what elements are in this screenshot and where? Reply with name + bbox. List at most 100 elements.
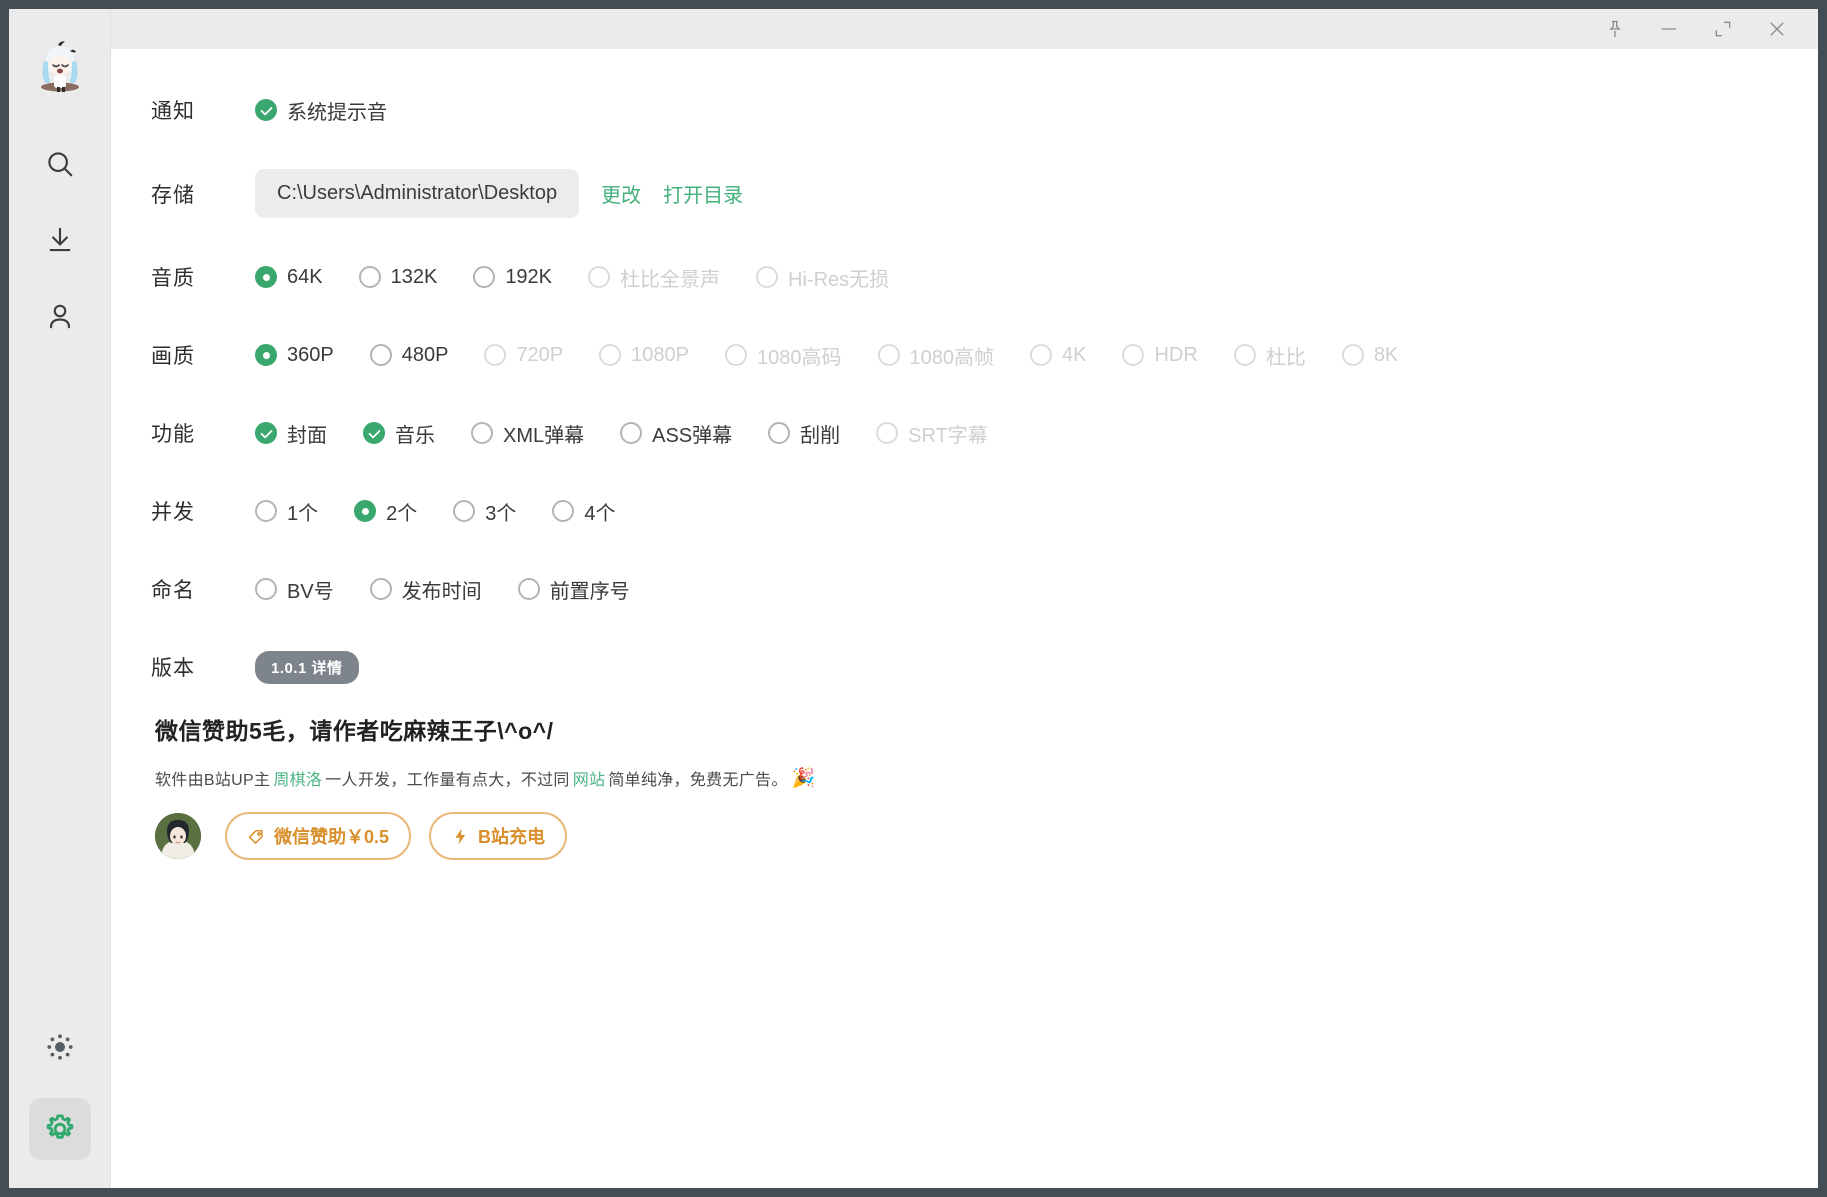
option-label: 720P bbox=[516, 343, 564, 366]
option-feature-4[interactable]: 刮削 bbox=[768, 419, 840, 448]
check-icon bbox=[255, 99, 277, 121]
option-video-0[interactable]: 360P bbox=[255, 344, 334, 367]
radio-icon bbox=[484, 344, 507, 366]
pin-button[interactable] bbox=[1588, 9, 1642, 49]
wechat-sponsor-button[interactable]: 微信赞助￥0.5 bbox=[225, 812, 412, 860]
option-label: 3个 bbox=[485, 502, 517, 525]
titlebar bbox=[111, 9, 1818, 49]
option-system-sound[interactable]: 系统提示音 bbox=[255, 96, 387, 125]
concurrency-options: 1个 2个 3个 4个 bbox=[255, 497, 652, 526]
close-icon bbox=[1767, 19, 1787, 39]
sidebar-item-user[interactable] bbox=[29, 285, 91, 347]
sponsor-section: 微信赞助5毛，请作者吃麻辣王子\^o^/ 软件由B站UP主 周棋洛 一人开发，工… bbox=[151, 712, 1818, 860]
option-concurrency-3[interactable]: 4个 bbox=[552, 497, 616, 526]
sidebar-item-search[interactable] bbox=[29, 133, 91, 195]
option-video-4: 1080高码 bbox=[725, 341, 842, 370]
author-link[interactable]: 周棋洛 bbox=[273, 766, 322, 790]
row-label-concurrency: 并发 bbox=[151, 501, 195, 524]
radio-icon bbox=[552, 500, 575, 522]
storage-controls: C:\Users\Administrator\Desktop 更改 打开目录 bbox=[255, 169, 743, 218]
option-label: 前置序号 bbox=[549, 580, 630, 603]
brightness-icon bbox=[45, 1032, 75, 1062]
sponsor-title: 微信赞助5毛，请作者吃麻辣王子\^o^/ bbox=[155, 718, 554, 744]
option-audio-2[interactable]: 192K bbox=[473, 266, 552, 289]
row-naming: 命名 BV号 发布时间 前置序号 bbox=[151, 570, 1818, 608]
option-feature-2[interactable]: XML弹幕 bbox=[471, 419, 584, 448]
radio-icon bbox=[1233, 344, 1256, 366]
radio-icon bbox=[453, 500, 476, 522]
option-label: 发布时间 bbox=[401, 580, 482, 603]
option-label: 杜比 bbox=[1265, 346, 1306, 369]
sidebar-item-settings[interactable] bbox=[28, 1098, 91, 1160]
radio-icon bbox=[255, 578, 277, 600]
video-quality-options: 360P 480P 720P 1080P 1080高码 1080高帧 4K HDR 杜比 8K bbox=[255, 341, 1434, 370]
option-feature-5: SRT字幕 bbox=[876, 419, 988, 448]
option-label: 480P bbox=[401, 343, 449, 366]
option-label: 系统提示音 bbox=[287, 101, 387, 124]
desc-text-2: 一人开发，工作量有点大，不过同 bbox=[325, 772, 570, 789]
option-naming-0[interactable]: BV号 bbox=[255, 575, 334, 604]
minimize-button[interactable] bbox=[1642, 9, 1696, 49]
option-label: 132K bbox=[390, 265, 438, 288]
author-avatar[interactable] bbox=[155, 813, 201, 859]
option-label: 64K bbox=[287, 265, 323, 288]
lightning-icon bbox=[451, 827, 470, 846]
audio-quality-options: 64K 132K 192K 杜比全景声 Hi-Res无损 bbox=[255, 263, 925, 292]
change-path-link[interactable]: 更改 bbox=[601, 179, 641, 208]
option-audio-1[interactable]: 132K bbox=[358, 265, 438, 289]
radio-icon bbox=[255, 500, 277, 522]
row-audio-quality: 音质 64K 132K 192K 杜比全景声 Hi-Res无损 bbox=[151, 258, 1818, 296]
radio-icon bbox=[1030, 344, 1052, 366]
option-label: HDR bbox=[1154, 343, 1198, 366]
option-video-5: 1080高帧 bbox=[877, 341, 995, 370]
option-feature-3[interactable]: ASS弹幕 bbox=[620, 419, 732, 448]
gear-icon bbox=[43, 1112, 77, 1146]
option-video-1[interactable]: 480P bbox=[369, 343, 449, 367]
option-naming-2[interactable]: 前置序号 bbox=[517, 575, 630, 604]
option-naming-1[interactable]: 发布时间 bbox=[369, 575, 482, 604]
tag-icon bbox=[247, 827, 266, 846]
sidebar-item-theme[interactable] bbox=[29, 1016, 91, 1078]
option-feature-1[interactable]: 音乐 bbox=[363, 419, 435, 448]
option-audio-4: Hi-Res无损 bbox=[756, 263, 889, 292]
radio-icon bbox=[473, 266, 496, 288]
version-badge[interactable]: 1.0.1 详情 bbox=[255, 650, 359, 684]
option-concurrency-2[interactable]: 3个 bbox=[453, 497, 516, 526]
bilibili-charge-button[interactable]: B站充电 bbox=[429, 812, 568, 860]
row-label-version: 版本 bbox=[151, 657, 195, 680]
open-directory-link[interactable]: 打开目录 bbox=[663, 179, 743, 208]
radio-icon bbox=[255, 266, 277, 288]
option-label: 192K bbox=[505, 265, 553, 288]
button-label: 微信赞助￥0.5 bbox=[274, 827, 390, 847]
radio-icon bbox=[588, 266, 611, 288]
row-label-storage: 存储 bbox=[151, 183, 195, 207]
option-label: 1080高帧 bbox=[909, 346, 995, 369]
sidebar-item-download[interactable] bbox=[29, 209, 91, 271]
close-button[interactable] bbox=[1750, 9, 1804, 49]
app-window: 通知 系统提示音 存储 C:\Users\Administrator\Deskt… bbox=[9, 9, 1818, 1188]
user-icon bbox=[45, 301, 75, 331]
desc-text-3: 简单纯净，免费无广告。 bbox=[608, 772, 788, 789]
app-logo[interactable] bbox=[27, 35, 92, 99]
maximize-button[interactable] bbox=[1696, 9, 1750, 49]
option-video-7: HDR bbox=[1122, 343, 1198, 367]
option-video-8: 杜比 bbox=[1233, 341, 1306, 370]
maximize-icon bbox=[1713, 19, 1733, 39]
option-label: XML弹幕 bbox=[503, 424, 585, 447]
radio-icon bbox=[620, 422, 643, 444]
radio-icon bbox=[369, 344, 392, 366]
radio-icon bbox=[725, 344, 747, 366]
row-features: 功能 封面 音乐 XML弹幕 ASS弹幕 刮削 SRT字幕 bbox=[151, 414, 1818, 452]
option-audio-0[interactable]: 64K bbox=[255, 266, 323, 289]
website-link[interactable]: 网站 bbox=[573, 766, 606, 790]
option-label: 8K bbox=[1373, 343, 1399, 366]
radio-icon bbox=[768, 422, 791, 444]
option-label: 4个 bbox=[584, 502, 616, 525]
storage-path-field[interactable]: C:\Users\Administrator\Desktop bbox=[255, 169, 580, 218]
option-concurrency-0[interactable]: 1个 bbox=[255, 497, 318, 526]
option-audio-3: 杜比全景声 bbox=[588, 263, 720, 292]
option-concurrency-1[interactable]: 2个 bbox=[354, 497, 417, 526]
option-feature-0[interactable]: 封面 bbox=[255, 419, 327, 448]
settings-content: 通知 系统提示音 存储 C:\Users\Administrator\Deskt… bbox=[111, 49, 1818, 1188]
option-label: 音乐 bbox=[395, 424, 435, 447]
